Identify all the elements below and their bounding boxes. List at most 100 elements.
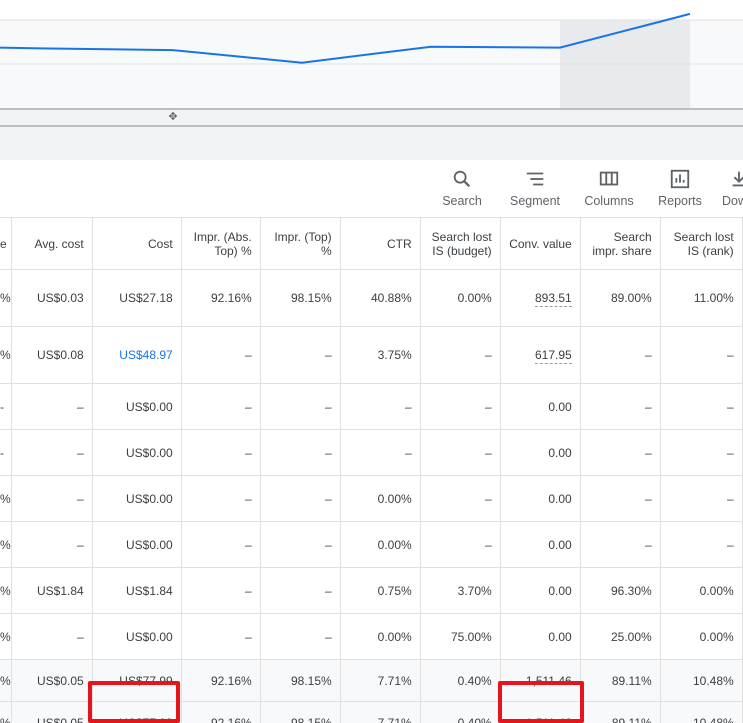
cell-cost[interactable]: US$48.97 [92, 326, 182, 384]
cell-conv-value: 0.00 [500, 383, 581, 430]
performance-chart [0, 0, 743, 108]
table-row: % – US$0.00– –0.00% –0.00– – [0, 475, 743, 522]
cell-search-lost-rank: 10.48% [660, 659, 743, 702]
table-row: % US$0.03 US$27.18 92.16% 98.15% 40.88% 0.00% 8… [0, 269, 743, 327]
cell-search-impr-share: – [580, 326, 661, 384]
cell-search-impr-share: 89.00% [580, 269, 661, 327]
cell-avg-cost: US$1.84 [11, 567, 93, 614]
cell-search-lost-budget: 0.00% [420, 269, 501, 327]
cell-search-lost-budget: 0.40% [420, 659, 501, 702]
cell-search-lost-rank: 0.00% [660, 613, 743, 660]
cell-impr-abs-top: – [181, 475, 261, 522]
cell-impr-abs-top: – [181, 429, 261, 476]
cell-impr-abs-top: 92.16% [181, 659, 261, 702]
cell-cut: % [0, 613, 12, 660]
reports-label: Reports [658, 194, 702, 208]
column-header-cut[interactable]: e [0, 217, 12, 270]
cell-conv-value: 617.95 [500, 326, 581, 384]
column-header-cost[interactable]: Cost [92, 217, 182, 270]
cell-impr-top: – [260, 429, 341, 476]
table-row: % – US$0.00– –0.00% 75.00% 0.00 25.00% 0.00% [0, 613, 743, 660]
cell-search-impr-share: – [580, 521, 661, 568]
cell-avg-cost: – [11, 613, 93, 660]
conv-value-text[interactable]: 617.95 [534, 348, 572, 364]
cell-search-lost-rank: 10.48% [660, 701, 743, 723]
column-header-conv-value[interactable]: Conv. value [500, 217, 581, 270]
cell-impr-top: 98.15% [260, 701, 341, 723]
cell-impr-top: 98.15% [260, 269, 341, 327]
cell-search-impr-share: – [580, 383, 661, 430]
cell-cut: - [0, 429, 12, 476]
cell-ctr: 7.71% [340, 659, 421, 702]
cell-cut: % [0, 701, 12, 723]
chart-resize-bar[interactable]: ✥ [0, 108, 743, 127]
cell-search-lost-rank: – [660, 326, 743, 384]
search-button[interactable]: Search [438, 168, 486, 214]
cell-conv-value: 0.00 [500, 475, 581, 522]
cell-cost: US$0.00 [92, 521, 182, 568]
cell-cut: - [0, 383, 12, 430]
cell-cut: % [0, 659, 12, 702]
cell-cost: US$0.00 [92, 429, 182, 476]
table-body: % US$0.03 US$27.18 92.16% 98.15% 40.88% 0.00% 8… [0, 269, 743, 723]
cell-ctr: 3.75% [340, 326, 421, 384]
segment-button[interactable]: Segment [506, 168, 564, 214]
columns-label: Columns [584, 194, 634, 208]
cell-avg-cost: US$0.05 [11, 701, 93, 723]
column-header-impr-top[interactable]: Impr. (Top) % [260, 217, 341, 270]
column-header-impr-abs-top[interactable]: Impr. (Abs. Top) % [181, 217, 261, 270]
cell-search-lost-rank: – [660, 521, 743, 568]
cell-cut: % [0, 521, 12, 568]
conv-value-text[interactable]: 893.51 [534, 291, 572, 307]
cell-ctr: 0.00% [340, 475, 421, 522]
cell-avg-cost: – [11, 383, 93, 430]
cell-avg-cost: – [11, 429, 93, 476]
cell-search-lost-budget: – [420, 383, 501, 430]
cell-ctr: 7.71% [340, 701, 421, 723]
cell-impr-abs-top: 92.16% [181, 269, 261, 327]
cell-cost: US$27.18 [92, 269, 182, 327]
cell-cost: US$0.00 [92, 613, 182, 660]
column-header-ctr[interactable]: CTR [340, 217, 421, 270]
cell-impr-abs-top: – [181, 326, 261, 384]
columns-button[interactable]: Columns [581, 168, 637, 214]
cell-avg-cost: – [11, 521, 93, 568]
chart-canvas [0, 12, 743, 108]
cell-conv-value: 0.00 [500, 567, 581, 614]
columns-icon [599, 171, 619, 186]
cell-impr-top: – [260, 475, 341, 522]
download-button[interactable]: Dow [722, 168, 743, 214]
cell-cut: % [0, 567, 12, 614]
table-header-row: e Avg. cost Cost Impr. (Abs. Top) % Impr. (T… [0, 217, 743, 270]
cell-ctr: 0.00% [340, 521, 421, 568]
cell-avg-cost: US$0.03 [11, 269, 93, 327]
search-icon [453, 170, 471, 188]
column-header-search-lost-rank[interactable]: Search lost IS (rank) [660, 217, 743, 270]
cell-search-lost-budget: – [420, 429, 501, 476]
cell-impr-abs-top: – [181, 613, 261, 660]
cell-impr-abs-top: – [181, 383, 261, 430]
cell-search-lost-rank: – [660, 383, 743, 430]
cell-search-lost-budget: 0.40% [420, 701, 501, 723]
table-row: % US$1.84 US$1.84– –0.75% 3.70% 0.00 96.30% 0.0… [0, 567, 743, 614]
cell-avg-cost: – [11, 475, 93, 522]
column-header-search-impr-share[interactable]: Search impr. share [580, 217, 661, 270]
cell-cut: % [0, 269, 12, 327]
cell-avg-cost: US$0.05 [11, 659, 93, 702]
highlight-cost-total [88, 681, 180, 723]
reports-button[interactable]: Reports [654, 168, 706, 214]
cell-search-lost-budget: – [420, 326, 501, 384]
reports-icon [670, 169, 690, 189]
cell-cost: US$0.00 [92, 475, 182, 522]
column-header-search-lost-budget[interactable]: Search lost IS (budget) [420, 217, 501, 270]
column-header-avg-cost[interactable]: Avg. cost [11, 217, 93, 270]
download-icon [732, 171, 743, 187]
table-row: - – US$0.00– – – –0.00– – [0, 429, 743, 476]
drag-handle-icon[interactable]: ✥ [167, 111, 179, 123]
cell-search-lost-budget: 3.70% [420, 567, 501, 614]
segment-icon [526, 172, 544, 186]
cell-ctr: – [340, 429, 421, 476]
cell-cut: % [0, 475, 12, 522]
cell-search-impr-share: 25.00% [580, 613, 661, 660]
table-row: % US$0.08 US$48.97– –3.75% –617.95– – [0, 326, 743, 384]
